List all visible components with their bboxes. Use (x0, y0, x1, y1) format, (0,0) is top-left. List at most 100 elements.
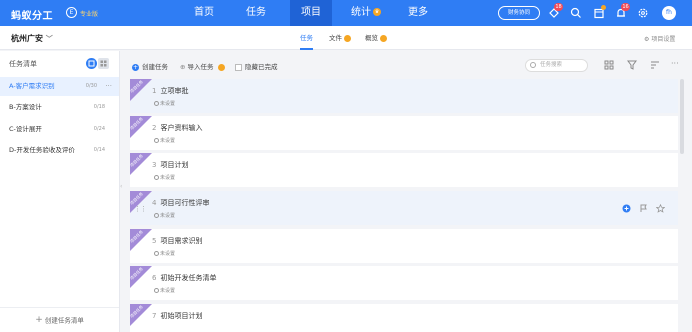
nav-stats[interactable]: 统计 ♛ (342, 0, 390, 26)
scrollbar[interactable] (680, 79, 684, 154)
drag-handle-icon[interactable]: ⋮⋮ (134, 205, 147, 213)
project-subbar: 杭州广安 ﹀ 任务 文件 概览 ⚙ 项目设置 (0, 26, 692, 50)
task-search-placeholder: 任务搜索 (540, 62, 563, 68)
collab-button[interactable]: 财务协同 (498, 6, 540, 20)
add-subtask-icon[interactable] (622, 204, 631, 213)
task-row[interactable]: 项目任务 6 初始开发任务清单 未设置 (130, 266, 678, 300)
task-number: 3 (152, 161, 157, 169)
tab-files[interactable]: 文件 (329, 26, 351, 50)
nav-tasks-label: 任务 (246, 7, 266, 18)
task-title: 客户资料输入 (160, 124, 203, 132)
task-list: 项目任务 1 立项审批 未设置 项目任务 2 客户资料输入 未设置 项目任务 3 项目… (130, 79, 678, 332)
tab-tasks-label: 任务 (300, 34, 313, 42)
sidebar-item-b[interactable]: B-方案设计 0/18 (0, 98, 119, 117)
nav-stats-label: 统计 (351, 7, 371, 18)
tab-overview[interactable]: 概览 (365, 26, 387, 50)
chevron-down-icon: ﹀ (45, 35, 53, 43)
task-deadline: 未设置 (160, 251, 176, 257)
project-name: 杭州广安 (11, 34, 43, 43)
task-row[interactable]: 项目任务 7 初始项目计划 (130, 304, 678, 332)
task-title: 项目计划 (160, 161, 189, 169)
create-task-button[interactable]: + 创建任务 (132, 61, 168, 71)
task-toolbar: + 创建任务 ⊕ 导入任务 隐藏已完成 任务搜索 ··· (125, 51, 687, 79)
list-view-icon[interactable] (86, 58, 97, 69)
nav-projects[interactable]: 项目 (290, 0, 332, 26)
gear-icon[interactable] (637, 7, 649, 19)
filter-icon[interactable] (627, 60, 637, 70)
calendar-dot (601, 5, 606, 10)
task-row[interactable]: 项目任务 2 客户资料输入 未设置 (130, 116, 678, 150)
task-number: 2 (152, 124, 157, 132)
project-settings-link[interactable]: ⚙ 项目设置 (644, 34, 675, 43)
import-icon: ⊕ (180, 63, 186, 71)
tab-tasks[interactable]: 任务 (300, 26, 313, 50)
plus-icon: + (132, 63, 139, 71)
task-number: 7 (152, 312, 157, 320)
create-task-list-button[interactable]: + 创建任务清单 (0, 307, 119, 332)
task-search-input[interactable]: 任务搜索 (525, 59, 588, 72)
sidebar-item-label: B-方案设计 (9, 103, 42, 111)
clock-icon (154, 175, 159, 180)
sidebar-item-d[interactable]: D-开发任务验收及评价 0/14 (0, 141, 119, 160)
sidebar-item-count: 0/14 (93, 147, 105, 153)
project-selector[interactable]: 杭州广安 ﹀ (11, 33, 53, 44)
task-row[interactable]: 项目任务 5 项目需求识别 未设置 (130, 229, 678, 263)
task-number: 1 (152, 87, 157, 95)
clock-icon (154, 101, 159, 106)
nav-home-label: 首页 (194, 7, 214, 18)
clock-icon (154, 251, 159, 256)
task-deadline: 未设置 (160, 288, 176, 294)
more-icon[interactable]: ··· (105, 77, 112, 96)
bell-icon[interactable]: 16 (615, 3, 630, 19)
task-list-sidebar: 任务清单 A-客户需求识别 0/30 ··· B-方案设计 0/18 C-设计展… (0, 51, 120, 332)
nav-tasks[interactable]: 任务 (240, 0, 272, 26)
project-settings-label: 项目设置 (651, 36, 676, 43)
task-row[interactable]: 项目任务 ⋮⋮ 4 项目可行性评审 未设置 (130, 191, 678, 225)
search-icon[interactable] (570, 7, 582, 19)
crown-icon (344, 34, 351, 42)
clock-icon (154, 213, 159, 218)
brand-name[interactable]: 蚂蚁分工 (11, 7, 53, 22)
task-title: 初始开发任务清单 (160, 274, 217, 282)
task-row[interactable]: 项目任务 3 项目计划 未设置 (130, 153, 678, 187)
sidebar-item-label: D-开发任务验收及评价 (9, 146, 75, 154)
top-navbar: 蚂蚁分工 E 专业版 首页 任务 项目 统计 ♛ 更多 财务协同 18 16 fh (0, 0, 692, 26)
task-number: 5 (152, 237, 157, 245)
task-title: 立项审批 (160, 87, 189, 95)
nav-more-label: 更多 (408, 7, 428, 18)
sidebar-item-label: C-设计展开 (9, 125, 42, 133)
calendar-icon[interactable] (593, 5, 606, 19)
sidebar-item-a[interactable]: A-客户需求识别 0/30 ··· (0, 77, 119, 96)
star-icon[interactable] (655, 203, 666, 213)
task-deadline: 未设置 (160, 138, 176, 144)
task-row[interactable]: 项目任务 1 立项审批 未设置 (130, 79, 678, 113)
task-title: 项目可行性评审 (160, 199, 210, 207)
apps-icon[interactable]: 18 (548, 3, 563, 19)
crown-icon: ♛ (373, 8, 381, 16)
search-icon (530, 62, 536, 68)
task-title: 初始项目计划 (160, 312, 203, 320)
flag-icon[interactable] (639, 204, 648, 213)
nav-more[interactable]: 更多 (402, 0, 434, 26)
hide-completed-checkbox[interactable] (235, 63, 242, 71)
brand-edition: 专业版 (80, 11, 99, 18)
nav-projects-label: 项目 (301, 7, 321, 18)
task-number: 4 (152, 199, 157, 207)
more-icon[interactable]: ··· (671, 60, 681, 70)
column-icon[interactable] (604, 60, 614, 70)
nav-home[interactable]: 首页 (188, 0, 220, 26)
clock-icon (154, 288, 159, 293)
sidebar-item-c[interactable]: C-设计展开 0/24 (0, 120, 119, 139)
clock-icon (154, 138, 159, 143)
task-deadline: 未设置 (160, 213, 176, 219)
avatar[interactable]: fh (662, 6, 676, 20)
grid-view-icon[interactable] (98, 58, 109, 69)
crown-icon (217, 63, 225, 71)
create-task-label: 创建任务 (142, 63, 168, 71)
hide-completed-toggle[interactable]: 隐藏已完成 (235, 61, 278, 71)
import-task-button[interactable]: ⊕ 导入任务 (180, 61, 225, 71)
sort-icon[interactable] (650, 60, 660, 70)
create-task-list-label: 创建任务清单 (44, 316, 84, 325)
tab-overview-label: 概览 (365, 34, 378, 42)
plus-icon: + (35, 315, 43, 325)
